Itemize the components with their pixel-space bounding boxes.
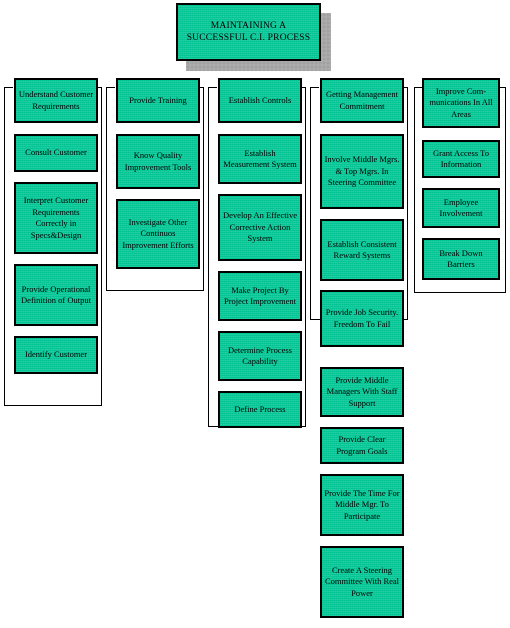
- column-header-label: Getting Management Commitment: [326, 89, 398, 111]
- process-node-label: Identify Customer: [24, 349, 88, 360]
- column-header-box[interactable]: Provide Training: [116, 78, 200, 123]
- diagram-canvas: MAINTAINING A SUCCESSFUL C.I. PROCESS Un…: [0, 0, 510, 628]
- process-node-label: Grant Access To Information: [433, 147, 489, 170]
- process-node-box[interactable]: Establish Measurement System: [218, 134, 302, 184]
- column-header-box[interactable]: Improve Com- munications In All Areas: [422, 78, 500, 128]
- process-node-box[interactable]: Identify Customer: [14, 336, 98, 374]
- process-node-box[interactable]: Make Project By Project Improvement: [218, 271, 302, 321]
- process-node-label: Determine Process Capability: [228, 344, 292, 367]
- column-header-box[interactable]: Getting Management Commitment: [320, 78, 404, 123]
- column-header-label: Provide Training: [129, 94, 187, 105]
- process-node-label: Break Down Barriers: [439, 247, 483, 270]
- process-node-box[interactable]: Break Down Barriers: [422, 238, 500, 280]
- process-node-label: Know Quality Improvement Tools: [124, 150, 192, 172]
- process-node-label: Develop An Effective Corrective Action S…: [223, 210, 297, 244]
- process-node-box[interactable]: Investigate Other Continuos Improvement …: [116, 199, 200, 269]
- process-node-box[interactable]: Establish Consistent Reward Systems: [320, 219, 404, 281]
- process-node-box[interactable]: Define Process: [218, 391, 302, 428]
- process-node-box[interactable]: Develop An Effective Corrective Action S…: [218, 194, 302, 261]
- process-node-box[interactable]: Consult Customer: [14, 134, 98, 172]
- process-node-label: Interpret Customer Requirements Correctl…: [23, 195, 89, 240]
- process-node-box[interactable]: Determine Process Capability: [218, 331, 302, 381]
- column-header-label: Improve Com- munications In All Areas: [429, 85, 493, 119]
- process-node-label: Provide The Time For Middle Mgr. To Part…: [324, 487, 400, 521]
- process-node-box[interactable]: Provide Job Security. Freedom To Fail: [320, 290, 404, 347]
- process-node-box[interactable]: Interpret Customer Requirements Correctl…: [14, 182, 98, 254]
- process-node-box[interactable]: Provide Clear Program Goals: [320, 427, 404, 464]
- column-header-label: Understand Customer Requirements: [18, 89, 94, 111]
- title-text: MAINTAINING A SUCCESSFUL C.I. PROCESS: [186, 21, 311, 43]
- process-node-label: Establish Consistent Reward Systems: [327, 238, 397, 261]
- process-node-label: Consult Customer: [25, 147, 87, 158]
- process-node-box[interactable]: Provide The Time For Middle Mgr. To Part…: [320, 474, 404, 536]
- process-node-label: Provide Clear Program Goals: [336, 434, 388, 456]
- process-node-box[interactable]: Provide Operational Definition of Output: [14, 264, 98, 326]
- process-node-label: Investigate Other Continuos Improvement …: [122, 216, 194, 250]
- process-node-label: Involve Middle Mgrs. & Top Mgrs. In Stee…: [324, 154, 400, 188]
- process-node-label: Employee Involvement: [439, 196, 483, 219]
- column-header-label: Establish Controls: [228, 94, 292, 105]
- process-node-box[interactable]: Create A Steering Committee With Real Po…: [320, 546, 404, 618]
- process-node-label: Make Project By Project Improvement: [224, 284, 296, 307]
- diagram-title: MAINTAINING A SUCCESSFUL C.I. PROCESS: [176, 3, 331, 71]
- process-node-label: Provide Operational Definition of Output: [21, 283, 91, 306]
- process-node-box[interactable]: Employee Involvement: [422, 188, 500, 228]
- title-box: MAINTAINING A SUCCESSFUL C.I. PROCESS: [176, 3, 321, 61]
- process-node-label: Define Process: [234, 403, 286, 414]
- process-node-box[interactable]: Provide Middle Managers With Staff Suppo…: [320, 367, 404, 417]
- process-node-box[interactable]: Know Quality Improvement Tools: [116, 134, 200, 189]
- process-node-label: Establish Measurement System: [223, 147, 297, 170]
- process-node-label: Provide Job Security. Freedom To Fail: [325, 307, 399, 329]
- process-node-label: Provide Middle Managers With Staff Suppo…: [326, 374, 398, 408]
- process-node-label: Create A Steering Committee With Real Po…: [324, 564, 400, 598]
- process-node-box[interactable]: Involve Middle Mgrs. & Top Mgrs. In Stee…: [320, 134, 404, 209]
- column-header-box[interactable]: Understand Customer Requirements: [14, 78, 98, 123]
- process-node-box[interactable]: Grant Access To Information: [422, 140, 500, 178]
- column-header-box[interactable]: Establish Controls: [218, 78, 302, 123]
